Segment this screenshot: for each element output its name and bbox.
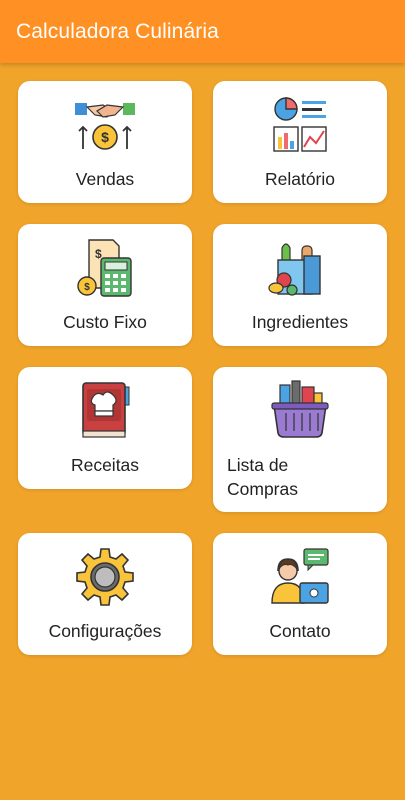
receitas-button[interactable]: Receitas bbox=[18, 367, 192, 489]
relatorio-label: Relatório bbox=[264, 169, 336, 189]
configuracoes-label: Configurações bbox=[48, 621, 162, 641]
lista-compras-label: Lista de Compras bbox=[227, 453, 387, 501]
app-bar: Calculadora Culinária bbox=[0, 0, 405, 63]
lista-compras-label-line1: Lista de bbox=[227, 455, 289, 475]
support-agent-icon bbox=[271, 548, 329, 604]
ingredientes-button[interactable]: Ingredientes bbox=[213, 224, 387, 346]
bill-calculator-icon: $ $ bbox=[77, 239, 132, 297]
svg-text:$: $ bbox=[84, 282, 90, 293]
svg-text:$: $ bbox=[101, 129, 109, 145]
gear-icon bbox=[76, 548, 134, 606]
receitas-label: Receitas bbox=[70, 455, 140, 475]
shopping-basket-icon bbox=[271, 380, 329, 438]
report-charts-icon bbox=[273, 97, 327, 152]
app-title: Calculadora Culinária bbox=[16, 20, 219, 43]
ingredientes-label: Ingredientes bbox=[251, 312, 349, 332]
custo-fixo-button[interactable]: $ $ Custo Fixo bbox=[18, 224, 192, 346]
configuracoes-button[interactable]: Configurações bbox=[18, 533, 192, 655]
handshake-money-icon: $ bbox=[75, 103, 135, 150]
recipe-book-icon bbox=[82, 382, 130, 438]
vendas-button[interactable]: $ Vendas bbox=[18, 81, 192, 203]
lista-compras-button[interactable]: Lista de Compras bbox=[213, 367, 387, 512]
relatorio-button[interactable]: Relatório bbox=[213, 81, 387, 203]
contato-button[interactable]: Contato bbox=[213, 533, 387, 655]
contato-label: Contato bbox=[269, 621, 331, 641]
custo-fixo-label: Custo Fixo bbox=[63, 312, 147, 332]
lista-compras-label-line2: Compras bbox=[227, 479, 298, 499]
grocery-bag-icon bbox=[268, 243, 321, 296]
vendas-label: Vendas bbox=[75, 169, 135, 189]
